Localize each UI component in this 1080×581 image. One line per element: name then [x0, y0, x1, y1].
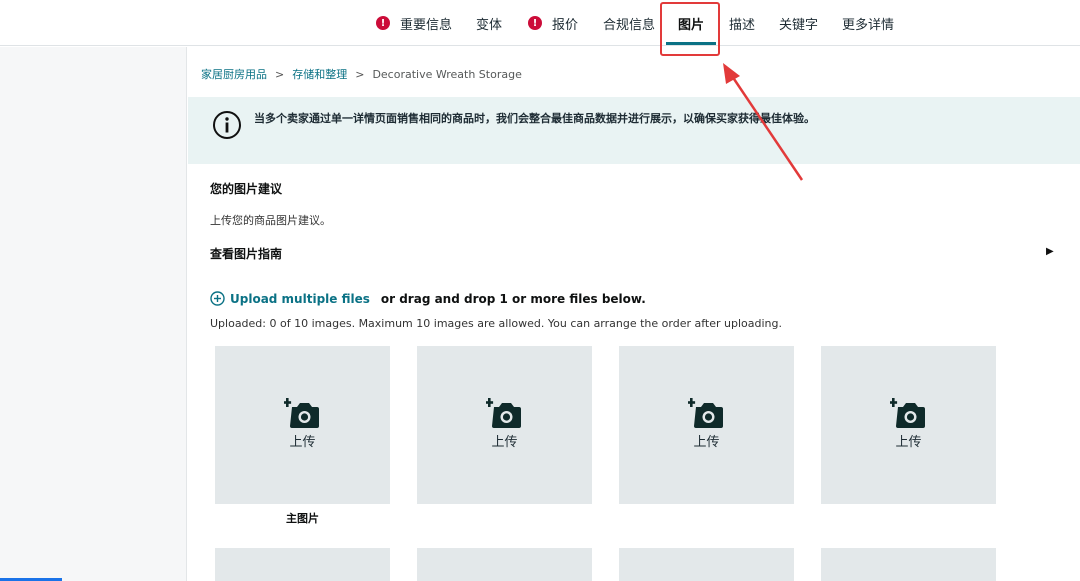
tab-offer[interactable]: ! 报价 [528, 0, 578, 46]
breadcrumb-storage[interactable]: 存储和整理 [292, 66, 347, 82]
upload-count-text: Uploaded: 0 of 10 images. Maximum 10 ima… [210, 317, 782, 330]
upload-label: 上传 [693, 435, 720, 450]
upload-row: Upload multiple files or drag and drop 1… [210, 291, 646, 306]
upload-label: 上传 [895, 435, 922, 450]
add-photo-icon [890, 398, 925, 428]
chevron-right-icon: > [275, 67, 285, 81]
tab-label: 图片 [677, 17, 704, 33]
image-upload-slot[interactable] [619, 548, 794, 581]
tab-label: 报价 [552, 17, 579, 33]
tab-label: 更多详情 [842, 17, 895, 33]
tab-keywords[interactable]: 关键字 [779, 0, 818, 46]
image-upload-slot[interactable]: 上传 [417, 346, 592, 504]
tab-label: 合规信息 [603, 17, 656, 33]
image-upload-slot-main[interactable]: 上传 [215, 346, 390, 504]
add-photo-icon [284, 398, 319, 428]
breadcrumb-current: Decorative Wreath Storage [372, 67, 522, 81]
tab-variations[interactable]: 变体 [476, 0, 502, 46]
drag-drop-hint: or drag and drop 1 or more files below. [380, 291, 646, 306]
active-tab-indicator [666, 42, 716, 45]
left-sidebar [0, 47, 187, 581]
upload-link-label: Upload multiple files [230, 291, 370, 306]
image-upload-slot[interactable] [821, 548, 996, 581]
tab-important-info[interactable]: ! 重要信息 [376, 0, 452, 46]
tab-label: 重要信息 [400, 17, 453, 33]
chevron-right-icon: > [355, 67, 365, 81]
top-navigation: ! 重要信息 变体 ! 报价 合规信息 图片 描述 关键字 更多详情 [0, 0, 1080, 46]
image-upload-slot[interactable]: 上传 [821, 346, 996, 504]
upload-multiple-files-link[interactable]: Upload multiple files [210, 291, 370, 306]
add-photo-icon [486, 398, 521, 428]
tab-label: 变体 [476, 17, 503, 33]
tab-compliance[interactable]: 合规信息 [603, 0, 655, 46]
error-icon: ! [528, 16, 542, 30]
breadcrumb: 家居厨房用品 > 存储和整理 > Decorative Wreath Stora… [201, 66, 522, 82]
image-upload-slot[interactable] [417, 548, 592, 581]
image-upload-slot[interactable] [215, 548, 390, 581]
breadcrumb-home-kitchen[interactable]: 家居厨房用品 [201, 66, 267, 82]
info-banner: 当多个卖家通过单一详情页面销售相同的商品时，我们会整合最佳商品数据并进行展示，以… [188, 97, 1080, 164]
error-icon: ! [376, 16, 390, 30]
info-icon [213, 111, 241, 139]
caret-right-icon[interactable]: ▶ [1046, 246, 1054, 257]
tab-images[interactable]: 图片 [666, 0, 716, 46]
tab-description[interactable]: 描述 [729, 0, 755, 46]
image-guidelines-toggle[interactable]: 查看图片指南 [210, 245, 282, 262]
upload-label: 上传 [289, 435, 316, 450]
tab-more-details[interactable]: 更多详情 [842, 0, 894, 46]
add-photo-icon [688, 398, 723, 428]
section-description: 上传您的商品图片建议。 [210, 214, 331, 227]
tab-label: 关键字 [779, 17, 819, 33]
tab-label: 描述 [729, 17, 756, 33]
section-title: 您的图片建议 [210, 182, 283, 196]
image-upload-slot[interactable]: 上传 [619, 346, 794, 504]
banner-text: 当多个卖家通过单一详情页面销售相同的商品时，我们会整合最佳商品数据并进行展示，以… [254, 112, 815, 125]
main-image-caption: 主图片 [286, 512, 319, 525]
plus-circle-icon [210, 291, 225, 306]
upload-label: 上传 [491, 435, 518, 450]
